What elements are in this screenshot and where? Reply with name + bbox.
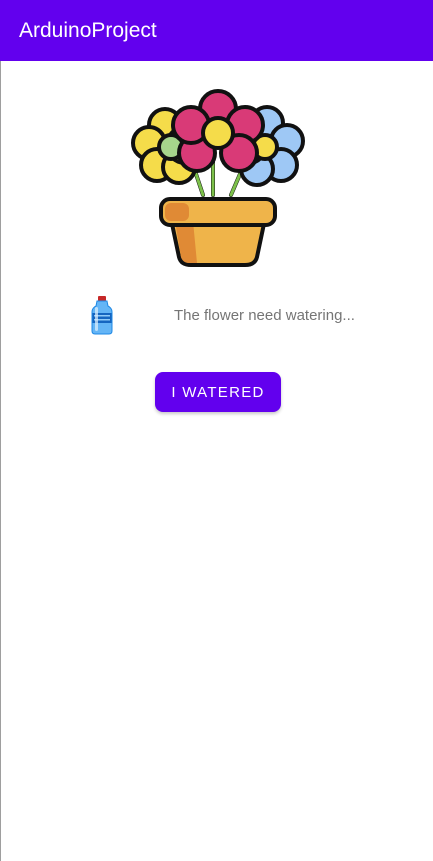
flower-pot-icon [131, 89, 305, 267]
app-bar: ArduinoProject [0, 0, 433, 61]
status-text: The flower need watering... [174, 307, 355, 324]
app-title: ArduinoProject [19, 19, 157, 42]
water-bottle-icon [91, 296, 113, 335]
watered-button[interactable]: I WATERED [155, 372, 281, 412]
main-content: The flower need watering... I WATERED [0, 61, 433, 861]
